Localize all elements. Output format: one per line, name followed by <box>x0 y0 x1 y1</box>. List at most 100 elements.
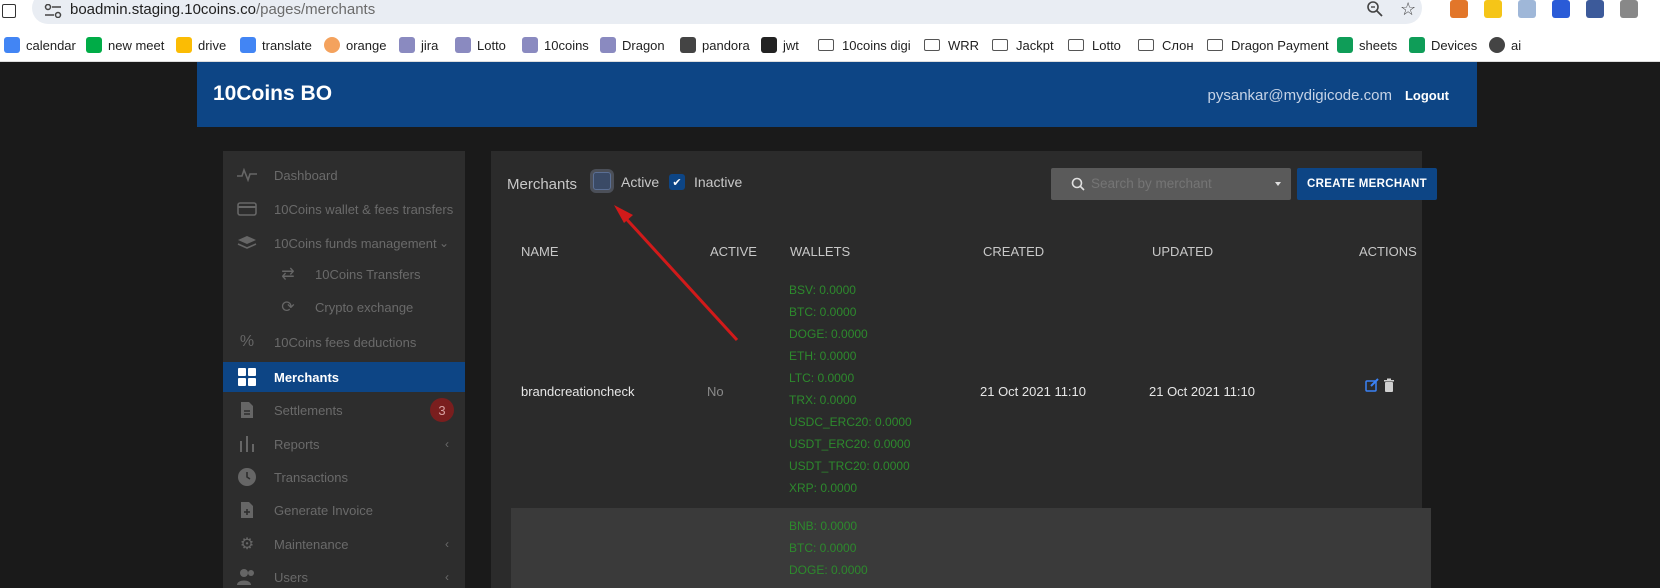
active-filter-checkbox[interactable] <box>593 172 611 190</box>
sidebar-item-users[interactable]: Users ‹ <box>223 562 465 588</box>
percent-icon: % <box>239 333 255 350</box>
dragon-icon <box>600 37 616 53</box>
delete-icon[interactable] <box>1382 378 1396 392</box>
bookmark-label: Слон <box>1162 37 1194 53</box>
url-field[interactable]: boadmin.staging.10coins.co/pages/merchan… <box>32 0 1422 24</box>
layers-icon <box>237 233 257 253</box>
card-icon <box>237 199 257 219</box>
sidebar-item-maintenance[interactable]: ⚙ Maintenance ‹ <box>223 529 465 559</box>
column-header-wallets[interactable]: WALLETS <box>790 244 850 259</box>
settlements-count-badge: 3 <box>430 398 454 422</box>
active-filter-label[interactable]: Active <box>621 174 659 190</box>
bookmark-label: ai <box>1511 37 1522 53</box>
bookmark[interactable]: Devices <box>1409 36 1477 54</box>
bookmark-folder[interactable]: WRR <box>924 36 979 54</box>
bookmark-folder[interactable]: Lotto <box>1068 36 1121 54</box>
openai-icon <box>1489 37 1505 53</box>
sidebar-item-merchants[interactable]: Merchants <box>223 362 465 392</box>
sidebar-item-generate-invoice[interactable]: Generate Invoice <box>223 495 465 525</box>
browser-address-bar: boadmin.staging.10coins.co/pages/merchan… <box>0 0 1660 26</box>
extension-icon[interactable] <box>1586 0 1604 18</box>
bookmark-folder[interactable]: Dragon Payment <box>1207 36 1329 54</box>
jwt-icon <box>761 37 777 53</box>
search-icon <box>1071 177 1085 191</box>
pulse-icon <box>237 165 257 185</box>
refresh-icon: ⟳ <box>281 299 295 316</box>
translate-icon <box>240 37 256 53</box>
bookmark[interactable]: pandora <box>680 36 750 54</box>
merchant-search-select[interactable] <box>1051 168 1291 200</box>
sidebar-item-settlements[interactable]: Settlements 3 <box>223 395 465 425</box>
wallet-balance: DOGE: 0.0000 <box>789 563 868 577</box>
sidebar-toggle-icon[interactable] <box>2 4 16 18</box>
meet-icon <box>86 37 102 53</box>
sidebar-item-reports[interactable]: Reports ‹ <box>223 429 465 459</box>
sidebar-item-label: Crypto exchange <box>315 299 414 315</box>
sidebar-item-wallet-fees-transfers[interactable]: 10Coins wallet & fees transfers <box>223 194 465 224</box>
bookmark-folder[interactable]: Jackpt <box>992 36 1054 54</box>
merchant-name[interactable]: brandcreationcheck <box>521 384 634 399</box>
zoom-icon[interactable] <box>1366 0 1384 18</box>
sidebar-item-label: Users <box>274 569 308 585</box>
column-header-created[interactable]: CREATED <box>983 244 1044 259</box>
extension-icon[interactable] <box>1552 0 1570 18</box>
bookmark[interactable]: new meet <box>86 36 164 54</box>
bookmark[interactable]: orange <box>324 36 386 54</box>
extension-icon[interactable] <box>1518 0 1536 18</box>
sidebar-item-fees-deductions[interactable]: % 10Coins fees deductions <box>223 327 465 357</box>
document-icon <box>237 400 257 420</box>
logout-button[interactable]: Logout <box>1405 88 1449 103</box>
brand-title[interactable]: 10Coins BO <box>213 82 332 106</box>
bookmark[interactable]: Dragon <box>600 36 665 54</box>
url-path: /pages/merchants <box>255 1 376 18</box>
orange-icon <box>324 37 340 53</box>
url-text: boadmin.staging.10coins.co/pages/merchan… <box>70 1 375 18</box>
bookmark[interactable]: jwt <box>761 36 799 54</box>
column-header-name[interactable]: NAME <box>521 244 559 259</box>
bookmark-label: drive <box>198 37 227 53</box>
bookmark[interactable]: calendar <box>4 36 76 54</box>
wallet-balance: DOGE: 0.0000 <box>789 327 868 341</box>
bookmark[interactable]: jira <box>399 36 438 54</box>
bookmark[interactable]: sheets <box>1337 36 1397 54</box>
sidebar-item-funds-management[interactable]: 10Coins funds management ⌄ <box>223 228 465 258</box>
inactive-filter-checkbox[interactable]: ✔ <box>669 174 685 190</box>
bookmark[interactable]: 10coins <box>522 36 589 54</box>
bookmark[interactable]: drive <box>176 36 226 54</box>
bookmark-label: Lotto <box>1092 37 1121 53</box>
bookmark[interactable]: translate <box>240 36 312 54</box>
sidebar-item-dashboard[interactable]: Dashboard <box>223 160 465 190</box>
caret-down-icon[interactable] <box>1275 182 1281 186</box>
sidebar-item-label: Transactions <box>274 469 348 485</box>
table-row <box>511 508 1431 588</box>
jira-icon <box>399 37 415 53</box>
bookmark-star-icon[interactable]: ☆ <box>1400 0 1416 18</box>
bars-icon <box>237 434 257 454</box>
create-merchant-button[interactable]: CREATE MERCHANT <box>1297 168 1437 200</box>
extension-icon[interactable] <box>1484 0 1502 18</box>
extensions-puzzle-icon[interactable] <box>1620 0 1638 18</box>
bookmark-label: calendar <box>26 37 76 53</box>
bookmark[interactable]: Lotto <box>455 36 506 54</box>
bookmark[interactable]: ai <box>1489 36 1521 54</box>
chevron-left-icon: ‹ <box>445 537 449 551</box>
metamask-extension-icon[interactable] <box>1450 0 1468 18</box>
bookmark-folder[interactable]: Слон <box>1138 36 1194 54</box>
wallet-balance: USDT_ERC20: 0.0000 <box>789 437 911 451</box>
bookmark-folder[interactable]: 10coins digi <box>818 36 911 54</box>
site-settings-icon[interactable] <box>44 4 62 18</box>
bookmark-label: jwt <box>783 37 799 53</box>
sidebar-item-label: Maintenance <box>274 536 349 552</box>
inactive-filter-label[interactable]: Inactive <box>694 174 742 190</box>
search-input[interactable] <box>1091 176 1261 191</box>
sheets-icon <box>1337 37 1353 53</box>
edit-icon[interactable] <box>1365 378 1379 392</box>
sidebar-item-transfers[interactable]: ⇄ 10Coins Transfers <box>223 259 465 289</box>
chevron-left-icon: ‹ <box>445 437 449 451</box>
folder-icon <box>992 39 1008 51</box>
column-header-updated[interactable]: UPDATED <box>1152 244 1213 259</box>
sidebar-item-crypto-exchange[interactable]: ⟳ Crypto exchange <box>223 292 465 322</box>
sidebar-item-transactions[interactable]: Transactions <box>223 462 465 492</box>
clock-icon <box>237 467 257 487</box>
column-header-active[interactable]: ACTIVE <box>710 244 757 259</box>
